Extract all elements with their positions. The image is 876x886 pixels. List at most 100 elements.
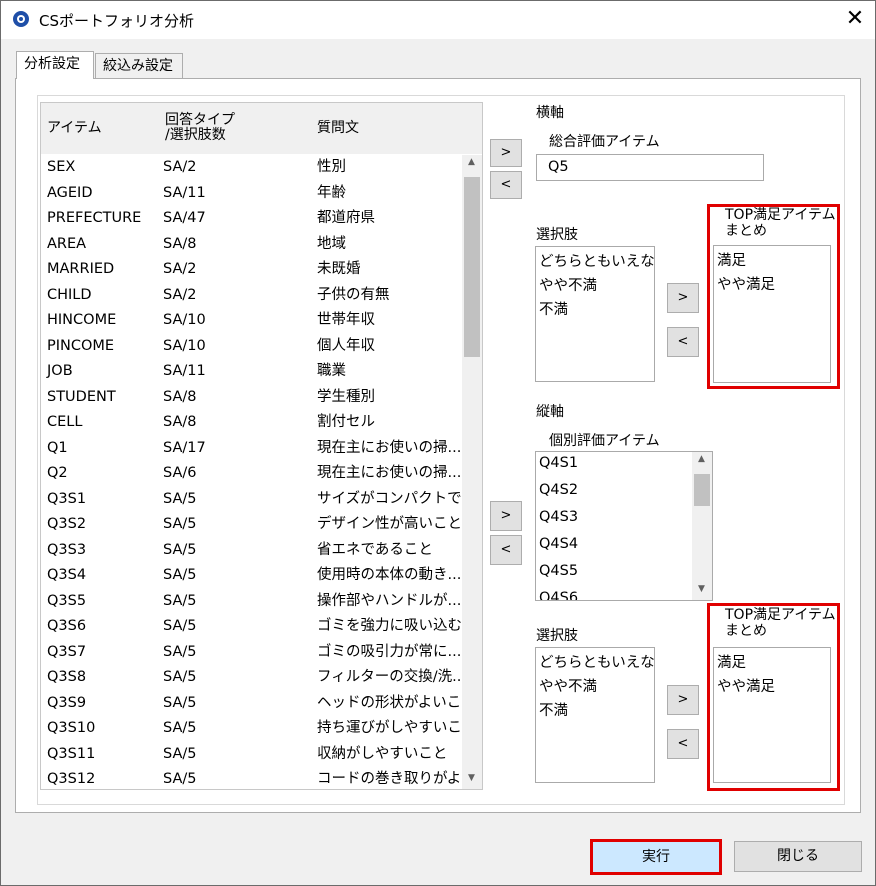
- item-row[interactable]: Q3S9 SA/5 ヘッドの形状がよいこと: [41, 691, 476, 716]
- item-list-scroll-thumb[interactable]: [464, 177, 480, 357]
- close-button[interactable]: 閉じる: [734, 841, 862, 872]
- item-name: CELL: [47, 414, 83, 430]
- item-name: Q3S7: [47, 643, 87, 660]
- item-row[interactable]: PREFECTURE SA/47 都道府県: [41, 206, 461, 231]
- horizontal-top-list[interactable]: 満足 やや満足: [713, 245, 831, 383]
- add-to-horizontal-axis-button[interactable]: >: [490, 139, 522, 167]
- item-name: MARRIED: [47, 261, 115, 277]
- top-list-item[interactable]: 満足: [717, 651, 746, 672]
- item-answer-type: SA/6: [163, 465, 197, 481]
- add-to-vertical-axis-button[interactable]: >: [490, 501, 522, 531]
- vertical-axis-heading: 縦軸: [536, 404, 564, 420]
- item-row[interactable]: Q3S8 SA/5 フィルターの交換/洗...: [41, 665, 466, 690]
- item-name: AREA: [47, 235, 87, 252]
- individual-list-item[interactable]: Q4S3: [539, 509, 578, 525]
- item-question: 現在主にお使いの掃...: [317, 465, 462, 481]
- individual-list-item[interactable]: Q4S1: [539, 455, 578, 471]
- top-list-item[interactable]: 満足: [717, 249, 746, 270]
- individual-item-scrollbar[interactable]: ▲ ▼: [692, 452, 712, 600]
- overall-item-field[interactable]: Q5: [536, 154, 764, 181]
- vertical-choices-list[interactable]: どちらともいえないやや不満不満: [535, 647, 655, 783]
- remove-from-horizontal-axis-button[interactable]: <: [490, 171, 522, 199]
- tab-filter-settings[interactable]: 絞込み設定: [95, 53, 183, 79]
- choice-list-item[interactable]: どちらともいえない: [539, 250, 654, 271]
- add-to-horizontal-top-button[interactable]: >: [667, 283, 699, 313]
- item-question: 持ち運びがしやすいこと: [317, 720, 477, 736]
- item-name: Q3S2: [47, 516, 87, 532]
- item-row[interactable]: CHILD SA/2 子供の有無: [41, 283, 461, 308]
- item-row[interactable]: HINCOME SA/10 世帯年収: [41, 308, 461, 333]
- item-row[interactable]: Q3S2 SA/5 デザイン性が高いこと/...: [41, 512, 481, 537]
- tab-analysis-settings[interactable]: 分析設定: [16, 51, 94, 79]
- item-question: 割付セル: [317, 414, 375, 430]
- individual-item-list[interactable]: ▲ ▼ Q4S1 Q4S2 Q4S3 Q4S4 Q4S5 Q4S6: [535, 451, 713, 601]
- item-row[interactable]: MARRIED SA/2 未既婚: [41, 257, 461, 282]
- top-list-item[interactable]: やや満足: [717, 675, 775, 696]
- item-question: 年齢: [317, 184, 346, 201]
- remove-from-vertical-axis-button[interactable]: <: [490, 535, 522, 565]
- window-title: CSポートフォリオ分析: [39, 12, 194, 30]
- item-answer-type: SA/11: [163, 184, 206, 201]
- item-answer-type: SA/5: [163, 516, 197, 532]
- item-row[interactable]: AGEID SA/11 年齢: [41, 181, 461, 206]
- title-bar: CSポートフォリオ分析 ✕: [1, 1, 875, 39]
- item-row[interactable]: STUDENT SA/8 学生種別: [41, 385, 461, 410]
- vertical-top-label-line1: TOP満足アイテム: [725, 607, 836, 623]
- column-header-item[interactable]: アイテム: [47, 121, 102, 136]
- item-name: STUDENT: [47, 388, 116, 405]
- item-row[interactable]: Q3S3 SA/5 省エネであること: [41, 538, 461, 563]
- item-question: ヘッドの形状がよいこと: [317, 694, 476, 711]
- scroll-up-arrow-icon[interactable]: ▲: [463, 157, 480, 167]
- item-row[interactable]: SEX SA/2 性別: [41, 155, 461, 180]
- item-name: Q3S12: [47, 771, 96, 787]
- item-answer-type: SA/8: [163, 414, 197, 430]
- item-list-scrollbar[interactable]: ▲ ▼: [462, 155, 482, 789]
- choice-list-item[interactable]: やや不満: [539, 675, 597, 696]
- individual-list-item[interactable]: Q4S5: [539, 563, 578, 579]
- individual-item-scroll-thumb[interactable]: [694, 474, 710, 506]
- choice-list-item[interactable]: やや不満: [539, 274, 597, 295]
- item-row[interactable]: Q3S1 SA/5 サイズがコンパクトであ...: [41, 487, 482, 512]
- item-name: Q3S5: [47, 592, 87, 609]
- column-header-question[interactable]: 質問文: [317, 121, 359, 136]
- item-row[interactable]: AREA SA/8 地域: [41, 232, 461, 257]
- item-row[interactable]: Q2 SA/6 現在主にお使いの掃...: [41, 461, 461, 486]
- item-name: Q3S11: [47, 745, 96, 762]
- vertical-top-list[interactable]: 満足 やや満足: [713, 647, 831, 783]
- item-answer-type: SA/5: [163, 720, 197, 736]
- choice-list-item[interactable]: どちらともいえない: [539, 651, 654, 672]
- item-row[interactable]: Q3S11 SA/5 収納がしやすいこと: [41, 742, 461, 767]
- add-to-vertical-top-button[interactable]: >: [667, 685, 699, 715]
- scroll-down-arrow-icon[interactable]: ▼: [693, 584, 710, 594]
- item-answer-type: SA/5: [163, 745, 197, 762]
- choice-list-item[interactable]: 不満: [539, 298, 568, 319]
- horizontal-choices-list[interactable]: どちらともいえないやや不満不満: [535, 246, 655, 382]
- column-header-type-line1[interactable]: 回答タイプ: [165, 113, 235, 128]
- item-row[interactable]: Q3S4 SA/5 使用時の本体の動き...: [41, 563, 461, 588]
- individual-list-item[interactable]: Q4S4: [539, 536, 578, 552]
- individual-list-item[interactable]: Q4S6: [539, 590, 578, 600]
- top-list-item[interactable]: やや満足: [717, 273, 775, 294]
- choice-list-item[interactable]: 不満: [539, 699, 568, 720]
- item-row[interactable]: Q3S6 SA/5 ゴミを強力に吸い込む...: [41, 614, 476, 639]
- item-name: Q3S9: [47, 694, 87, 711]
- item-name: Q3S8: [47, 669, 87, 685]
- item-question: 地域: [317, 235, 346, 252]
- item-row[interactable]: Q3S12 SA/5 コードの巻き取りがよ...: [41, 767, 475, 789]
- item-row[interactable]: Q1 SA/17 現在主にお使いの掃...: [41, 436, 461, 461]
- item-row[interactable]: Q3S5 SA/5 操作部やハンドルが...: [41, 589, 461, 614]
- item-row[interactable]: CELL SA/8 割付セル: [41, 410, 461, 435]
- run-button[interactable]: 実行: [590, 839, 722, 875]
- column-header-type-line2[interactable]: /選択肢数: [165, 128, 226, 143]
- item-row[interactable]: PINCOME SA/10 個人年収: [41, 334, 461, 359]
- item-answer-type: SA/5: [163, 592, 197, 609]
- item-row[interactable]: Q3S7 SA/5 ゴミの吸引力が常に...: [41, 640, 461, 665]
- remove-from-vertical-top-button[interactable]: <: [667, 729, 699, 759]
- close-window-button[interactable]: ✕: [839, 4, 871, 34]
- scroll-up-arrow-icon[interactable]: ▲: [693, 454, 710, 464]
- item-row[interactable]: JOB SA/11 職業: [41, 359, 461, 384]
- item-row[interactable]: Q3S10 SA/5 持ち運びがしやすいこと: [41, 716, 476, 741]
- scroll-down-arrow-icon[interactable]: ▼: [463, 773, 480, 783]
- remove-from-horizontal-top-button[interactable]: <: [667, 327, 699, 357]
- individual-list-item[interactable]: Q4S2: [539, 482, 578, 498]
